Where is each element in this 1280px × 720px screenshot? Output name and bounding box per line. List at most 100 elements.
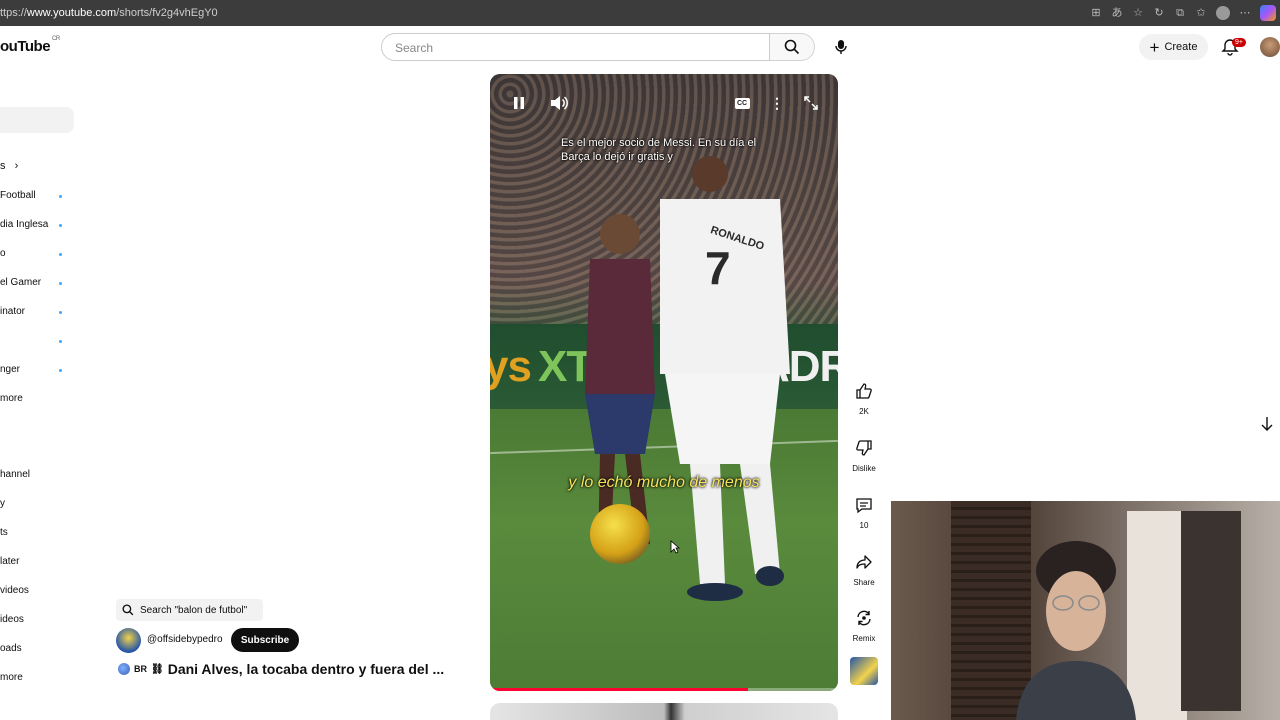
- sidebar-show-more[interactable]: more: [0, 672, 23, 683]
- video-progress-bar[interactable]: [490, 688, 838, 691]
- subscribe-button[interactable]: Subscribe: [231, 628, 299, 652]
- search-input[interactable]: [393, 34, 757, 62]
- video-title[interactable]: BR ⛓ Dani Alves, la tocaba dentro y fuer…: [118, 661, 444, 677]
- dislike-label: Dislike: [852, 464, 876, 473]
- pause-icon: [514, 97, 524, 109]
- video-progress-fill: [490, 688, 748, 691]
- favorite-star-icon[interactable]: ☆: [1132, 7, 1144, 19]
- video-player-white-kit: 7 RONALDO: [660, 156, 790, 601]
- shorts-video-player[interactable]: ys XTR ADR 7 RONALDO CC ⋮ Es el mejor so…: [490, 74, 838, 691]
- new-content-dot: [59, 224, 62, 227]
- search-bar[interactable]: [381, 33, 770, 62]
- expand-icon: [804, 96, 818, 110]
- like-count: 2K: [859, 407, 869, 416]
- more-options-icon[interactable]: ⋯: [1239, 7, 1251, 19]
- new-content-dot: [59, 369, 62, 372]
- thumbs-down-icon: [856, 440, 872, 456]
- new-content-dot: [59, 311, 62, 314]
- search-suggestion-text: Search "balon de futbol": [140, 604, 248, 616]
- volume-button[interactable]: [550, 94, 568, 112]
- webcam-shelf: [1181, 511, 1241, 711]
- remix-button[interactable]: Remix: [849, 604, 879, 643]
- video-title-text: Dani Alves, la tocaba dentro y fuera del…: [167, 661, 445, 677]
- install-app-icon[interactable]: ⊞: [1090, 7, 1102, 19]
- sidebar-item-your-videos[interactable]: ideos: [0, 614, 24, 625]
- comments-button[interactable]: 10: [849, 491, 879, 530]
- more-vertical-icon: ⋮: [770, 94, 784, 111]
- youtube-logo[interactable]: ouTube CR: [0, 36, 60, 55]
- share-arrow-icon: [856, 555, 872, 569]
- arrow-down-icon[interactable]: [1258, 415, 1276, 433]
- pause-button[interactable]: [510, 94, 528, 112]
- user-avatar[interactable]: [1260, 37, 1280, 57]
- search-suggestion-chip[interactable]: Search "balon de futbol": [116, 599, 263, 621]
- webcam-overlay: [891, 501, 1280, 720]
- new-content-dot: [59, 195, 62, 198]
- captions-icon: CC: [734, 97, 750, 109]
- new-content-dot: [59, 340, 62, 343]
- sidebar-selected-item[interactable]: [0, 107, 74, 133]
- sidebar-item-liked-videos[interactable]: videos: [0, 585, 29, 596]
- search-icon: [784, 39, 800, 55]
- fullscreen-button[interactable]: [802, 94, 820, 112]
- sidebar-item-watch-later[interactable]: later: [0, 556, 19, 567]
- voice-search-button[interactable]: [826, 33, 856, 61]
- sidebar-item-downloads[interactable]: oads: [0, 643, 22, 654]
- sidebar-subscription-item[interactable]: dia Inglesa: [0, 219, 48, 230]
- caption-overlay-mid: y lo echó mucho de menos: [568, 474, 760, 491]
- sidebar-subscriptions-heading[interactable]: s ›: [0, 160, 18, 172]
- microphone-icon: [835, 40, 847, 54]
- extensions-icon[interactable]: ⧉: [1174, 7, 1186, 19]
- profile-icon[interactable]: [1216, 6, 1230, 20]
- comment-icon: [856, 498, 872, 514]
- create-button[interactable]: + Create: [1139, 34, 1208, 60]
- browser-icons: ⊞ あ ☆ ↻ ⧉ ✩ ⋯: [1090, 0, 1276, 26]
- chevron-right-icon: ›: [14, 160, 19, 172]
- mouse-cursor-icon: [670, 540, 680, 554]
- translate-icon[interactable]: あ: [1111, 7, 1123, 19]
- more-actions-button[interactable]: ⋮: [768, 94, 786, 112]
- sidebar-show-more[interactable]: more: [0, 393, 23, 404]
- refresh-icon[interactable]: ↻: [1153, 7, 1165, 19]
- next-short-preview[interactable]: [490, 703, 838, 720]
- copilot-icon[interactable]: [1260, 5, 1276, 21]
- sidebar-item-history[interactable]: y: [0, 498, 5, 509]
- caption-overlay-top: Es el mejor socio de Messi. En su día el…: [561, 137, 757, 163]
- flag-label: BR: [134, 664, 147, 674]
- banner-text-left: ys: [490, 342, 532, 391]
- notifications-badge: 9+: [1232, 38, 1246, 47]
- captions-button[interactable]: CC: [733, 94, 751, 112]
- comments-count: 10: [859, 521, 869, 530]
- sidebar-subscription-item[interactable]: Football: [0, 190, 36, 201]
- like-button[interactable]: 2K: [849, 377, 879, 416]
- favorites-icon[interactable]: ✩: [1195, 7, 1207, 19]
- search-button[interactable]: [770, 33, 815, 61]
- share-label: Share: [853, 578, 875, 587]
- webcam-person: [1016, 541, 1136, 720]
- new-content-dot: [59, 253, 62, 256]
- search-icon: [122, 604, 134, 616]
- remix-icon: [857, 610, 871, 626]
- remix-label: Remix: [852, 634, 876, 643]
- sidebar-subscription-item[interactable]: el Gamer: [0, 277, 41, 288]
- channel-avatar[interactable]: [116, 628, 141, 653]
- sidebar-subscription-item[interactable]: inator: [0, 306, 25, 317]
- shirt-number-text: 7: [705, 242, 731, 294]
- video-football: [590, 504, 650, 564]
- dislike-button[interactable]: Dislike: [849, 434, 879, 473]
- channel-handle[interactable]: @offsidebypedro: [147, 634, 223, 645]
- browser-toolbar: ttps://www.youtube.com/shorts/fv2g4vhEgY…: [0, 0, 1280, 26]
- volume-icon: [551, 96, 568, 110]
- sidebar-subscription-item[interactable]: o: [0, 248, 6, 259]
- sidebar-item-your-channel[interactable]: hannel: [0, 469, 30, 480]
- share-button[interactable]: Share: [849, 548, 879, 587]
- create-label: Create: [1164, 41, 1198, 53]
- sound-thumbnail[interactable]: [850, 657, 878, 685]
- plus-icon: +: [1149, 37, 1160, 57]
- new-content-dot: [59, 282, 62, 285]
- sidebar-subscription-item[interactable]: nger: [0, 364, 20, 375]
- link-icon: ⛓: [151, 663, 164, 675]
- address-bar[interactable]: ttps://www.youtube.com/shorts/fv2g4vhEgY…: [0, 0, 218, 26]
- sidebar-item-playlists[interactable]: ts: [0, 527, 8, 538]
- thumbs-up-icon: [856, 383, 872, 399]
